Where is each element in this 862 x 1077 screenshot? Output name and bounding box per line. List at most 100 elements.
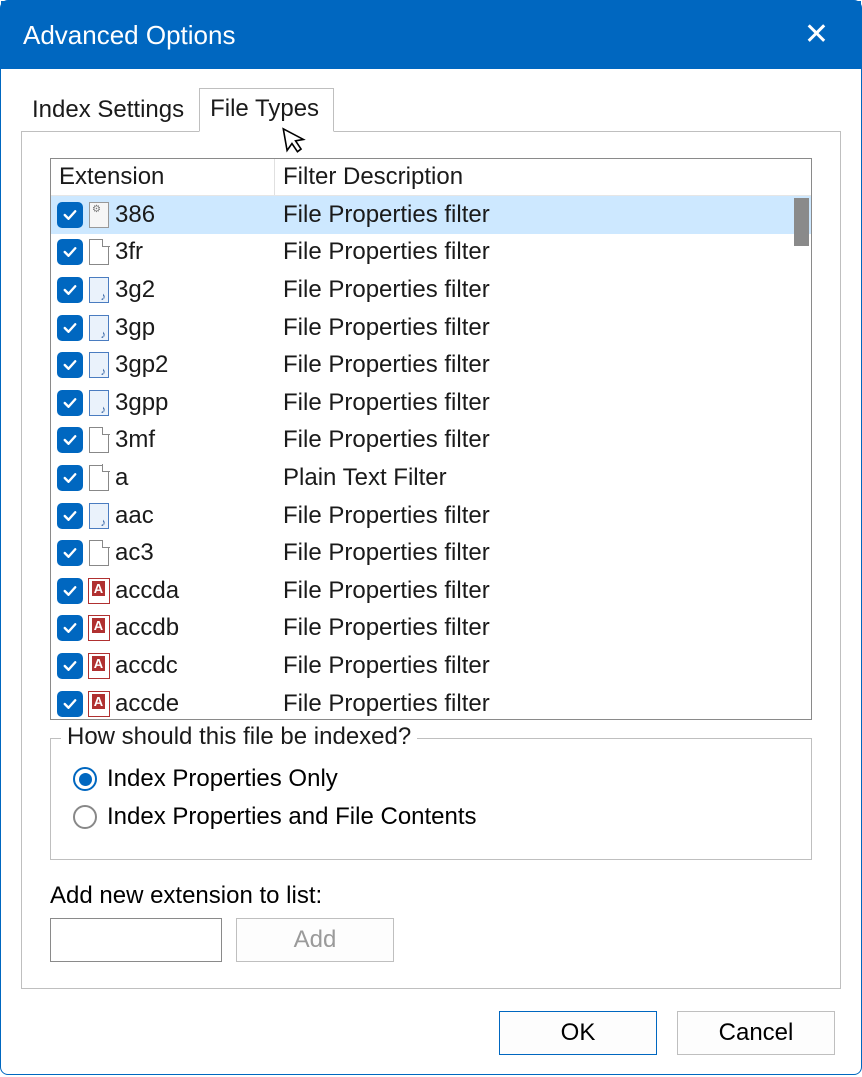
extension-text: 3gpp <box>115 389 168 417</box>
table-row[interactable]: 3g2 File Properties filter <box>51 271 811 309</box>
filter-description-text: File Properties filter <box>275 201 811 229</box>
file-type-icon <box>87 539 111 567</box>
file-type-icon <box>87 351 111 379</box>
checkbox[interactable] <box>57 239 83 265</box>
listview-header: Extension Filter Description <box>51 159 811 196</box>
radio-icon <box>73 767 97 791</box>
extension-text: aac <box>115 502 154 530</box>
cell-extension: 3gp2 <box>51 351 275 379</box>
cell-extension: ac3 <box>51 539 275 567</box>
extension-text: 386 <box>115 201 155 229</box>
cell-extension: aac <box>51 502 275 530</box>
extension-text: accdc <box>115 652 178 680</box>
radio-icon <box>73 805 97 829</box>
table-row[interactable]: accdcFile Properties filter <box>51 647 811 685</box>
listview-body[interactable]: 386File Properties filter3frFile Propert… <box>51 196 811 719</box>
tab-index-settings[interactable]: Index Settings <box>21 89 199 132</box>
add-extension-row: Add <box>50 918 812 962</box>
titlebar[interactable]: Advanced Options ✕ <box>1 1 861 69</box>
window-title: Advanced Options <box>23 20 235 51</box>
table-row[interactable]: accdaFile Properties filter <box>51 572 811 610</box>
extension-text: accdb <box>115 614 179 642</box>
checkbox[interactable] <box>57 615 83 641</box>
extension-text: 3fr <box>115 238 143 266</box>
checkbox[interactable] <box>57 427 83 453</box>
cell-extension: 3fr <box>51 238 275 266</box>
file-type-icon <box>87 426 111 454</box>
table-row[interactable]: a Plain Text Filter <box>51 459 811 497</box>
filter-description-text: File Properties filter <box>275 314 811 342</box>
close-icon[interactable]: ✕ <box>794 14 839 56</box>
cell-extension: accda <box>51 577 275 605</box>
radio-label: Index Properties Only <box>107 765 338 793</box>
table-row[interactable]: 3gpp File Properties filter <box>51 384 811 422</box>
extension-text: 3mf <box>115 426 155 454</box>
file-type-icon <box>87 238 111 266</box>
filter-description-text: Plain Text Filter <box>275 464 811 492</box>
extension-text: 3gp2 <box>115 351 168 379</box>
cell-extension: 3g2 <box>51 276 275 304</box>
filter-description-text: File Properties filter <box>275 351 811 379</box>
scrollbar-thumb[interactable] <box>794 198 809 246</box>
extension-input[interactable] <box>50 918 222 962</box>
checkbox[interactable] <box>57 465 83 491</box>
add-extension-label: Add new extension to list: <box>50 882 812 910</box>
cell-extension: 3gpp <box>51 389 275 417</box>
filter-description-text: File Properties filter <box>275 577 811 605</box>
radio-properties-and-contents[interactable]: Index Properties and File Contents <box>73 803 789 831</box>
table-row[interactable]: ac3 File Properties filter <box>51 534 811 572</box>
tab-file-types[interactable]: File Types <box>199 88 334 132</box>
table-row[interactable]: 3mf File Properties filter <box>51 422 811 460</box>
checkbox[interactable] <box>57 691 83 717</box>
filter-description-text: File Properties filter <box>275 502 811 530</box>
checkbox[interactable] <box>57 578 83 604</box>
checkbox[interactable] <box>57 653 83 679</box>
index-mode-legend: How should this file be indexed? <box>61 723 417 751</box>
column-extension[interactable]: Extension <box>51 159 275 195</box>
file-type-icon <box>87 652 111 680</box>
table-row[interactable]: 3gp2 File Properties filter <box>51 346 811 384</box>
file-type-icon <box>87 464 111 492</box>
add-button[interactable]: Add <box>236 918 394 962</box>
table-row[interactable]: 3gpFile Properties filter <box>51 309 811 347</box>
file-type-icon <box>87 314 111 342</box>
table-row[interactable]: accdb File Properties filter <box>51 610 811 648</box>
file-type-icon <box>87 690 111 718</box>
extension-text: ac3 <box>115 539 154 567</box>
checkbox[interactable] <box>57 540 83 566</box>
radio-label: Index Properties and File Contents <box>107 803 477 831</box>
cell-extension: 3gp <box>51 314 275 342</box>
checkbox[interactable] <box>57 315 83 341</box>
table-row[interactable]: 3frFile Properties filter <box>51 234 811 272</box>
checkbox[interactable] <box>57 390 83 416</box>
cell-extension: a <box>51 464 275 492</box>
filter-description-text: File Properties filter <box>275 614 811 642</box>
index-mode-group: How should this file be indexed? Index P… <box>50 738 812 860</box>
filter-description-text: File Properties filter <box>275 539 811 567</box>
file-type-icon <box>87 614 111 642</box>
table-row[interactable]: aac File Properties filter <box>51 497 811 535</box>
file-types-panel: Extension Filter Description 386 File Pro… <box>21 131 841 989</box>
file-type-icon <box>87 276 111 304</box>
cell-extension: accde <box>51 690 275 718</box>
file-type-icon <box>87 389 111 417</box>
extension-text: accde <box>115 690 179 718</box>
cancel-button[interactable]: Cancel <box>677 1011 835 1055</box>
checkbox[interactable] <box>57 277 83 303</box>
filter-description-text: File Properties filter <box>275 426 811 454</box>
table-row[interactable]: accdeFile Properties filter <box>51 685 811 719</box>
filter-description-text: File Properties filter <box>275 389 811 417</box>
checkbox[interactable] <box>57 352 83 378</box>
column-filter-description[interactable]: Filter Description <box>275 159 811 195</box>
radio-properties-only[interactable]: Index Properties Only <box>73 765 789 793</box>
extension-text: 3g2 <box>115 276 155 304</box>
extension-text: a <box>115 464 128 492</box>
cell-extension: 3mf <box>51 426 275 454</box>
file-type-icon <box>87 201 111 229</box>
checkbox[interactable] <box>57 503 83 529</box>
checkbox[interactable] <box>57 202 83 228</box>
filter-description-text: File Properties filter <box>275 276 811 304</box>
file-types-listview[interactable]: Extension Filter Description 386 File Pro… <box>50 158 812 720</box>
ok-button[interactable]: OK <box>499 1011 657 1055</box>
table-row[interactable]: 386 File Properties filter <box>51 196 811 234</box>
